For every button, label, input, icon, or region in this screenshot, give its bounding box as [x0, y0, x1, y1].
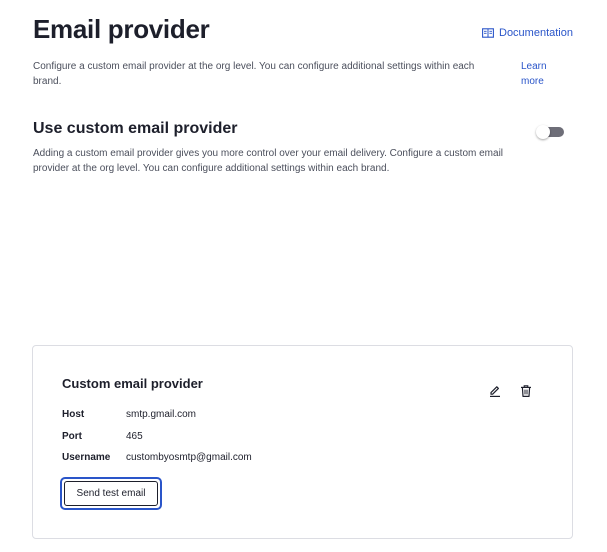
username-value: custombyosmtp@gmail.com — [126, 452, 252, 463]
port-row: Port 465 — [62, 431, 143, 442]
host-row: Host smtp.gmail.com — [62, 409, 196, 420]
intro-text: Configure a custom email provider at the… — [33, 61, 475, 87]
port-label: Port — [62, 431, 82, 442]
username-label: Username — [62, 452, 111, 463]
toggle-knob — [536, 125, 550, 139]
custom-provider-toggle[interactable] — [536, 125, 564, 139]
edit-icon[interactable] — [488, 384, 502, 398]
port-value: 465 — [126, 431, 143, 442]
host-value: smtp.gmail.com — [126, 409, 197, 420]
card-title: Custom email provider — [62, 376, 203, 391]
username-row: Username custombyosmtp@gmail.com — [62, 452, 252, 463]
send-test-email-label: Send test email — [64, 481, 158, 506]
delete-icon[interactable] — [519, 384, 533, 398]
book-icon — [482, 28, 494, 38]
section-description: Adding a custom email provider gives you… — [33, 148, 504, 174]
documentation-link[interactable]: Documentation — [482, 27, 573, 39]
page-title: Email provider — [33, 14, 210, 44]
section-title: Use custom email provider — [33, 120, 238, 137]
host-label: Host — [62, 409, 85, 420]
learn-more-link[interactable]: Learn more — [521, 59, 561, 89]
documentation-link-label: Documentation — [499, 27, 573, 39]
send-test-email-button[interactable]: Send test email — [60, 477, 162, 510]
custom-email-provider-card: Custom email provider Host smtp.gmail.com… — [32, 345, 573, 539]
